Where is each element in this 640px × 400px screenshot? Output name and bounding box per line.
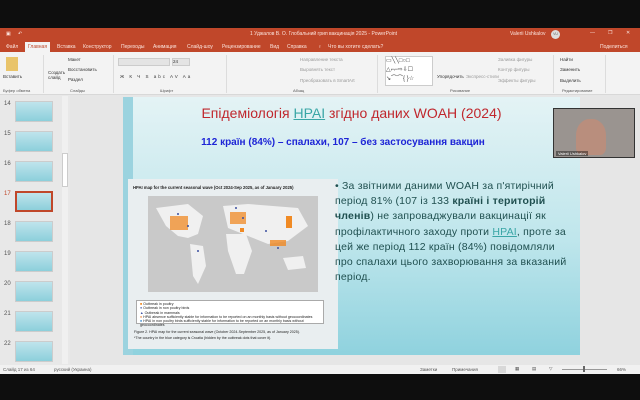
font-format-buttons[interactable]: Ж К Ч S abc AV Aa: [120, 74, 192, 79]
save-icon[interactable]: ▣: [6, 31, 11, 37]
slide-thumbnail[interactable]: [15, 251, 53, 272]
slide-thumbnail[interactable]: [15, 131, 53, 152]
text-direction-button[interactable]: Направление текста: [300, 57, 343, 62]
title-bar: ▣ ↶ 1 Уджалов В. О. Глобальний грип вакц…: [0, 28, 640, 41]
font-name-select[interactable]: [118, 58, 170, 66]
slide-thumbnail[interactable]: [15, 161, 53, 182]
user-name[interactable]: Valerii Ushkalov: [510, 31, 545, 37]
status-bar: Слайд 17 из 64 русский (Украина) Заметки…: [0, 365, 640, 374]
undo-icon[interactable]: ↶: [18, 31, 22, 37]
group-slides: Слайды: [70, 88, 85, 93]
slide-thumbnail[interactable]: [15, 311, 53, 332]
thumbnail-number: 14: [4, 101, 11, 107]
language[interactable]: русский (Украина): [54, 367, 92, 372]
window-title: 1 Уджалов В. О. Глобальний грип вакцинац…: [250, 31, 398, 37]
slide-thumbnail[interactable]: [15, 341, 53, 362]
slide-title: Епідеміологія HPAI згідно даних WOAH (20…: [201, 105, 502, 121]
zoom-level[interactable]: 66%: [617, 367, 626, 372]
find-button[interactable]: Найти: [560, 57, 573, 62]
world-map: [148, 196, 318, 292]
shape-fill-button[interactable]: Заливка фигуры: [498, 57, 532, 62]
tab-help[interactable]: Справка: [287, 44, 307, 50]
select-button[interactable]: Выделить: [560, 78, 581, 83]
arrange-button[interactable]: Упорядочить: [437, 74, 464, 79]
group-clipboard: Буфер обмена: [3, 88, 31, 93]
normal-view-icon[interactable]: [498, 366, 506, 373]
slide-counter: Слайд 17 из 64: [3, 367, 35, 372]
tab-file[interactable]: Файл: [6, 44, 18, 50]
restore-icon[interactable]: ❐: [608, 30, 612, 36]
group-drawing: Рисование: [450, 88, 471, 93]
slide-thumbnail[interactable]: [15, 101, 53, 122]
tab-home[interactable]: Главная: [25, 42, 51, 52]
share-button[interactable]: Поделиться: [600, 44, 628, 50]
shape-outline-button[interactable]: Контур фигуры: [498, 67, 529, 72]
tab-insert[interactable]: Вставка: [57, 44, 76, 50]
font-size-select[interactable]: 24: [172, 58, 190, 66]
webcam-name: Valerii Ushkalov: [556, 151, 589, 156]
thumbnail-number: 17: [4, 191, 11, 197]
new-slide-button[interactable]: Создать слайд: [48, 70, 66, 80]
smartart-button[interactable]: Преобразовать в SmartArt: [300, 78, 355, 83]
map-title: HPAI map for the current seasonal wave (…: [133, 185, 294, 190]
map-caption-note: *The country in the blue category is Cro…: [134, 336, 272, 340]
thumbnail-number: 15: [4, 131, 11, 137]
minimize-icon[interactable]: —: [590, 30, 595, 36]
tab-animations[interactable]: Анимация: [153, 44, 176, 50]
thumbnail-number: 21: [4, 311, 11, 317]
reading-view-icon[interactable]: ▤: [532, 366, 536, 372]
replace-button[interactable]: Заменить: [560, 67, 580, 72]
map-legend: ■ Outbreak in poultry ● Outbreak in non …: [136, 300, 324, 327]
tell-me-input[interactable]: Что вы хотите сделать?: [328, 44, 383, 50]
section-button[interactable]: Раздел: [68, 77, 83, 82]
layout-button[interactable]: Макет: [68, 57, 81, 62]
tab-review[interactable]: Рецензирование: [222, 44, 261, 50]
slide-thumbnails: 14 15 16 17 18 19 20 21 22: [0, 95, 70, 365]
slide-subtitle: 112 країн (84%) – спалахи, 107 – без зас…: [201, 137, 485, 148]
group-editing: Редактирование: [562, 88, 593, 93]
tab-slideshow[interactable]: Слайд-шоу: [187, 44, 213, 50]
slide-thumbnail[interactable]: [15, 191, 53, 212]
bullet-text: • За звітними даними WOAH за п'ятирічний…: [335, 180, 567, 284]
group-paragraph: Абзац: [293, 88, 305, 93]
thumbnail-number: 18: [4, 221, 11, 227]
thumbnail-number: 19: [4, 251, 11, 257]
tab-design[interactable]: Конструктор: [83, 44, 112, 50]
ribbon-tabs: Файл Главная Вставка Конструктор Переход…: [0, 41, 640, 52]
slideshow-icon[interactable]: ▽: [549, 366, 552, 372]
quick-styles-button[interactable]: Экспресс-стили: [466, 74, 499, 79]
thumbnail-scrollbar[interactable]: [62, 96, 68, 364]
thumbnail-number: 16: [4, 161, 11, 167]
paste-button[interactable]: Вставить: [3, 74, 22, 79]
zoom-slider-thumb[interactable]: [583, 366, 585, 372]
slide-thumbnail[interactable]: [15, 281, 53, 302]
lightbulb-icon: ♀: [318, 44, 322, 50]
reset-button[interactable]: Восстановить: [68, 67, 97, 72]
close-icon[interactable]: ✕: [626, 30, 630, 36]
slide-thumbnail[interactable]: [15, 221, 53, 242]
thumbnail-number: 22: [4, 341, 11, 347]
hpai-link-body[interactable]: HPAI: [492, 226, 517, 238]
notes-button[interactable]: Заметки: [420, 367, 437, 372]
world-map-graphic: [156, 204, 308, 284]
shapes-gallery[interactable]: ▭╲╲□○□ △⌐⌐⇨⇩☐ ↘⌒⌒{ }☆: [385, 56, 433, 86]
avatar[interactable]: VU: [551, 30, 560, 39]
ribbon: Вставить Создать слайд Макет Восстановит…: [0, 52, 640, 95]
map-caption: Figure 2. HPAI map for the current seaso…: [134, 330, 300, 334]
paste-icon[interactable]: [6, 57, 18, 71]
webcam-overlay[interactable]: Valerii Ushkalov: [553, 108, 635, 158]
comments-button[interactable]: Примечания: [452, 367, 478, 372]
hpai-link[interactable]: HPAI: [293, 105, 325, 121]
presenter-face: [576, 119, 606, 155]
group-font: Шрифт: [160, 88, 174, 93]
tab-view[interactable]: Вид: [270, 44, 279, 50]
slide-sorter-icon[interactable]: ▦: [515, 366, 519, 372]
slide: Епідеміологія HPAI згідно даних WOAH (20…: [123, 97, 580, 355]
thumbnail-number: 20: [4, 281, 11, 287]
shape-effects-button[interactable]: Эффекты фигуры: [498, 78, 536, 83]
tab-transitions[interactable]: Переходы: [121, 44, 144, 50]
align-text-button[interactable]: Выровнять текст: [300, 67, 335, 72]
map-figure: HPAI map for the current seasonal wave (…: [128, 179, 338, 349]
